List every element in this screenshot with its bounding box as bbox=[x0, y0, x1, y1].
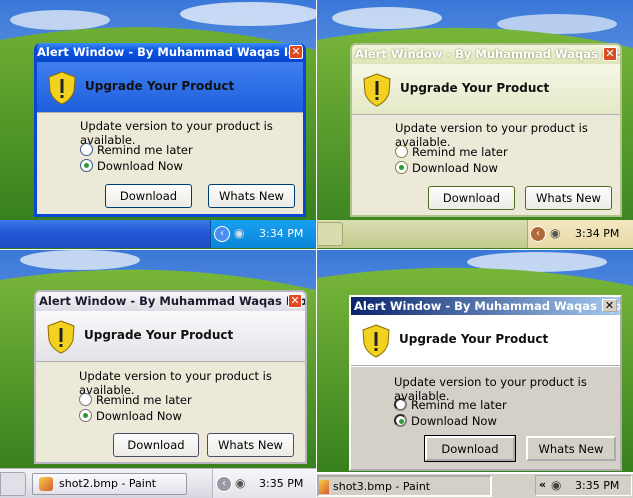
speaker-icon[interactable]: ◉ bbox=[234, 226, 244, 240]
task-label: shot3.bmp - Paint bbox=[333, 480, 431, 493]
radio-download-now[interactable]: Download Now bbox=[395, 161, 498, 175]
radio-circle-selected[interactable] bbox=[394, 414, 407, 427]
radio-label: Download Now bbox=[96, 409, 182, 423]
speaker-icon[interactable]: ◉ bbox=[551, 478, 561, 492]
title-bar[interactable]: Alert Window - By Muhammad Waqas Iqbal ✕ bbox=[351, 297, 620, 315]
close-button[interactable]: ✕ bbox=[289, 45, 303, 59]
whats-new-button[interactable]: Whats New bbox=[207, 433, 294, 457]
radio-label: Remind me later bbox=[96, 393, 192, 407]
radio-circle[interactable] bbox=[394, 398, 407, 411]
header-band: Upgrade Your Product bbox=[351, 315, 620, 367]
chevron-left-icon[interactable]: « bbox=[539, 478, 546, 491]
radio-remind-later[interactable]: Remind me later bbox=[80, 143, 193, 157]
title-bar[interactable]: Alert Window - By Muhammad Waqas Iqbal ✕ bbox=[36, 292, 305, 311]
dialog-heading: Upgrade Your Product bbox=[85, 79, 235, 93]
close-button[interactable]: ✕ bbox=[602, 299, 617, 312]
taskbar-button-paint[interactable]: shot2.bmp - Paint bbox=[32, 473, 187, 495]
radio-label: Remind me later bbox=[411, 398, 507, 412]
dialog-heading: Upgrade Your Product bbox=[400, 81, 550, 95]
radio-label: Download Now bbox=[412, 161, 498, 175]
radio-remind-later[interactable]: Remind me later bbox=[395, 145, 508, 159]
radio-remind-later[interactable]: Remind me later bbox=[79, 393, 192, 407]
download-button[interactable]: Download bbox=[105, 184, 192, 208]
window-title: Alert Window - By Muhammad Waqas Iqbal bbox=[355, 47, 622, 61]
title-bar[interactable]: Alert Window - By Muhammad Waqas Iqbal ✕ bbox=[352, 45, 620, 64]
panel-luna-blue: Alert Window - By Muhammad Waqas Iqbal ✕… bbox=[0, 0, 316, 249]
quadrant-divider-horizontal bbox=[0, 249, 633, 250]
panel-luna-silver: Alert Window - By Muhammad Waqas Iqbal ✕… bbox=[0, 250, 316, 498]
close-icon: ✕ bbox=[604, 299, 615, 312]
radio-remind-later[interactable]: Remind me later bbox=[394, 398, 507, 412]
dialog-heading: Upgrade Your Product bbox=[84, 328, 234, 342]
close-button[interactable]: ✕ bbox=[288, 294, 302, 308]
close-icon: ✕ bbox=[291, 45, 301, 58]
whats-new-button[interactable]: Whats New bbox=[208, 184, 295, 208]
taskbar: shot2.bmp - Paint ‹ ◉ 3:35 PM bbox=[0, 468, 316, 498]
radio-label: Remind me later bbox=[97, 143, 193, 157]
speaker-icon[interactable]: ◉ bbox=[550, 226, 560, 240]
taskbar: shot3.bmp - Paint « ◉ 3:35 PM bbox=[317, 472, 633, 498]
radio-download-now[interactable]: Download Now bbox=[79, 409, 182, 423]
window-title: Alert Window - By Muhammad Waqas Iqbal bbox=[39, 294, 307, 308]
radio-download-now[interactable]: Download Now bbox=[394, 414, 497, 428]
chevron-left-icon[interactable]: ‹ bbox=[216, 476, 232, 492]
radio-circle-selected[interactable] bbox=[79, 409, 92, 422]
alert-window: Alert Window - By Muhammad Waqas Iqbal ✕… bbox=[350, 43, 622, 217]
download-button[interactable]: Download bbox=[113, 433, 199, 457]
shield-warning-icon bbox=[362, 324, 390, 358]
task-label: shot2.bmp - Paint bbox=[59, 477, 157, 490]
alert-window: Alert Window - By Muhammad Waqas Iqbal ✕… bbox=[34, 290, 307, 464]
radio-circle-selected[interactable] bbox=[395, 161, 408, 174]
radio-circle-selected[interactable] bbox=[80, 159, 93, 172]
radio-circle[interactable] bbox=[395, 145, 408, 158]
shield-warning-icon bbox=[363, 73, 391, 107]
download-button[interactable]: Download bbox=[428, 186, 515, 210]
taskbar: ‹ ◉ 3:34 PM bbox=[0, 220, 316, 248]
radio-download-now[interactable]: Download Now bbox=[80, 159, 183, 173]
chevron-left-icon[interactable]: ‹ bbox=[530, 226, 546, 242]
shield-warning-icon bbox=[47, 320, 75, 354]
shield-warning-icon bbox=[48, 71, 76, 105]
taskbar-start[interactable] bbox=[317, 222, 343, 246]
whats-new-button[interactable]: Whats New bbox=[526, 436, 616, 461]
radio-label: Remind me later bbox=[412, 145, 508, 159]
close-icon: ✕ bbox=[605, 47, 615, 60]
taskbar-button-paint[interactable]: shot3.bmp - Paint bbox=[317, 475, 492, 497]
chevron-left-icon[interactable]: ‹ bbox=[214, 226, 230, 242]
clock: 3:35 PM bbox=[575, 479, 620, 492]
header-band: Upgrade Your Product bbox=[37, 62, 303, 113]
speaker-icon[interactable]: ◉ bbox=[235, 476, 245, 490]
radio-label: Download Now bbox=[411, 414, 497, 428]
panel-classic: Alert Window - By Muhammad Waqas Iqbal ✕… bbox=[317, 250, 633, 498]
paint-icon bbox=[39, 477, 53, 491]
radio-circle[interactable] bbox=[80, 143, 93, 156]
window-title: Alert Window - By Muhammad Waqas Iqbal bbox=[354, 299, 622, 313]
paint-icon bbox=[319, 480, 329, 494]
whats-new-button[interactable]: Whats New bbox=[525, 186, 612, 210]
header-band: Upgrade Your Product bbox=[36, 311, 305, 362]
download-button[interactable]: Download bbox=[425, 436, 515, 461]
radio-label: Download Now bbox=[97, 159, 183, 173]
close-button[interactable]: ✕ bbox=[603, 47, 617, 61]
alert-window: Alert Window - By Muhammad Waqas Iqbal ✕… bbox=[34, 43, 306, 217]
window-title: Alert Window - By Muhammad Waqas Iqbal bbox=[37, 45, 306, 59]
radio-circle[interactable] bbox=[79, 393, 92, 406]
dialog-heading: Upgrade Your Product bbox=[399, 332, 549, 346]
clock: 3:34 PM bbox=[259, 227, 304, 240]
clock: 3:34 PM bbox=[575, 227, 620, 240]
taskbar: ‹ ◉ 3:34 PM bbox=[317, 220, 633, 248]
panel-luna-olive: Alert Window - By Muhammad Waqas Iqbal ✕… bbox=[317, 0, 633, 249]
alert-window: Alert Window - By Muhammad Waqas Iqbal ✕… bbox=[349, 295, 622, 471]
taskbar-start[interactable] bbox=[0, 472, 26, 496]
clock: 3:35 PM bbox=[259, 477, 304, 490]
header-band: Upgrade Your Product bbox=[352, 64, 620, 115]
title-bar[interactable]: Alert Window - By Muhammad Waqas Iqbal ✕ bbox=[37, 43, 306, 62]
close-icon: ✕ bbox=[290, 294, 300, 307]
